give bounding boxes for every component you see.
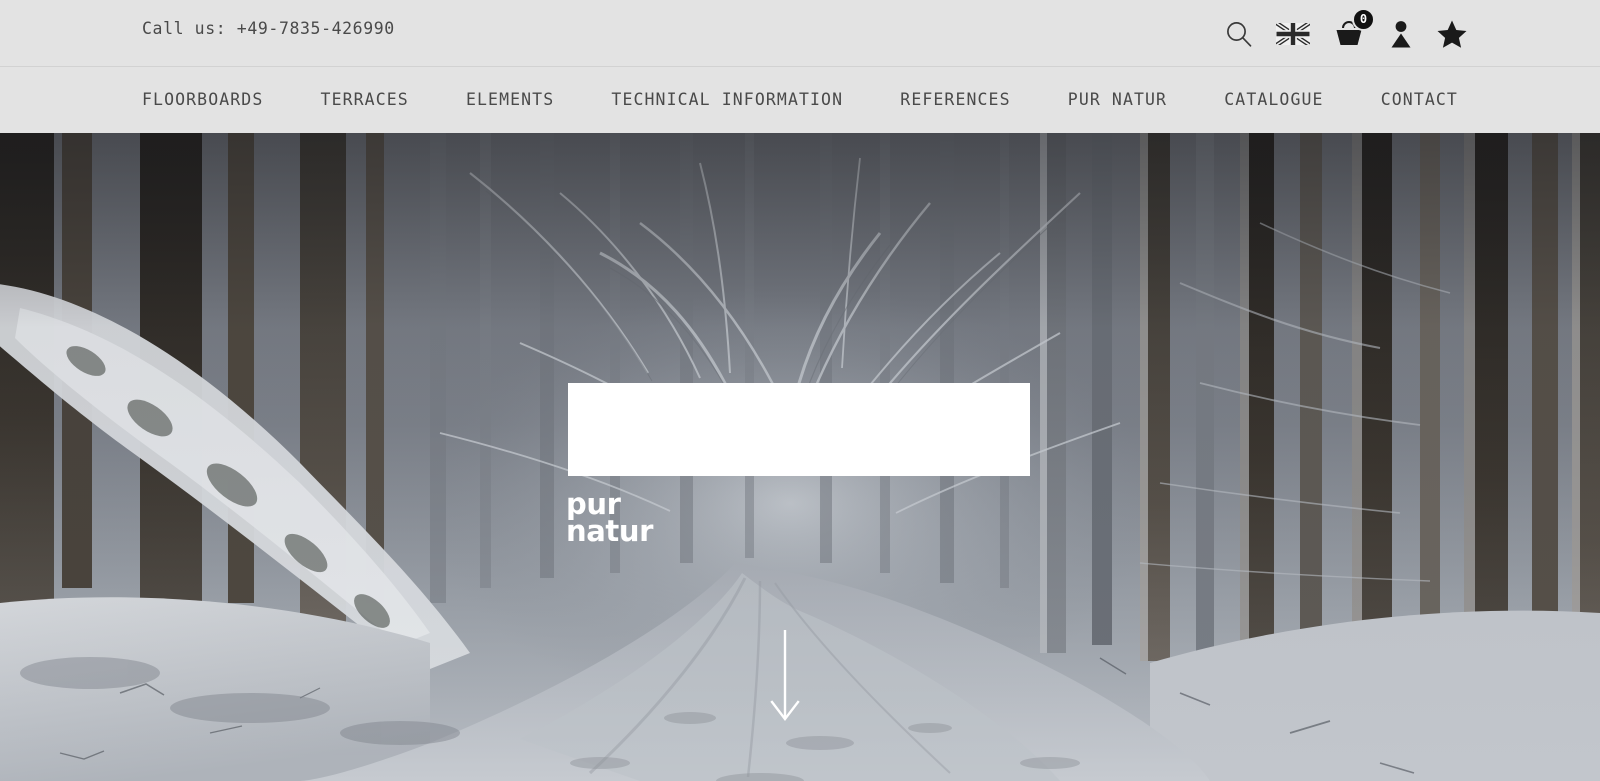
favourites-button[interactable]: [1436, 19, 1468, 49]
utility-bar: Call us: +49-7835-426990 0: [0, 0, 1600, 67]
main-navigation: FLOORBOARDS TERRACES ELEMENTS TECHNICAL …: [0, 67, 1600, 132]
nav-item-elements[interactable]: ELEMENTS: [466, 90, 554, 109]
shopping-bag-wrapper: 0: [1332, 7, 1375, 51]
hero-section: pur natur: [0, 133, 1600, 781]
nav-item-terraces[interactable]: TERRACES: [321, 90, 409, 109]
hero-content-card: [568, 383, 1030, 476]
language-switch-button[interactable]: [1276, 22, 1310, 45]
scroll-down-button[interactable]: [769, 628, 801, 723]
nav-item-pur-natur[interactable]: PUR NATUR: [1068, 90, 1167, 109]
flag-en-icon: [1276, 22, 1310, 45]
nav-item-references[interactable]: REFERENCES: [900, 90, 1010, 109]
arrow-down-icon: [770, 630, 800, 721]
search-button[interactable]: [1224, 19, 1254, 49]
nav-item-floorboards[interactable]: FLOORBOARDS: [142, 90, 263, 109]
hero-brand-logo[interactable]: pur natur: [566, 490, 654, 548]
cart-button[interactable]: 0: [1332, 7, 1375, 51]
cart-count-badge: 0: [1352, 7, 1375, 31]
search-icon: [1227, 21, 1252, 47]
brand-line-2: natur: [566, 513, 654, 548]
account-button[interactable]: [1388, 19, 1414, 49]
nav-item-technical-information[interactable]: TECHNICAL INFORMATION: [611, 90, 843, 109]
nav-item-contact[interactable]: CONTACT: [1381, 90, 1458, 109]
utility-icon-group: 0: [1224, 0, 1468, 67]
phone-number[interactable]: Call us: +49-7835-426990: [142, 19, 395, 38]
nav-item-catalogue[interactable]: CATALOGUE: [1224, 90, 1323, 109]
page-root: Call us: +49-7835-426990 0 FLOORBOARDS T…: [0, 0, 1600, 781]
site-header: Call us: +49-7835-426990 0 FLOORBOARDS T…: [0, 0, 1600, 133]
favourites-star-icon: [1437, 20, 1467, 48]
user-account-icon: [1391, 20, 1411, 47]
